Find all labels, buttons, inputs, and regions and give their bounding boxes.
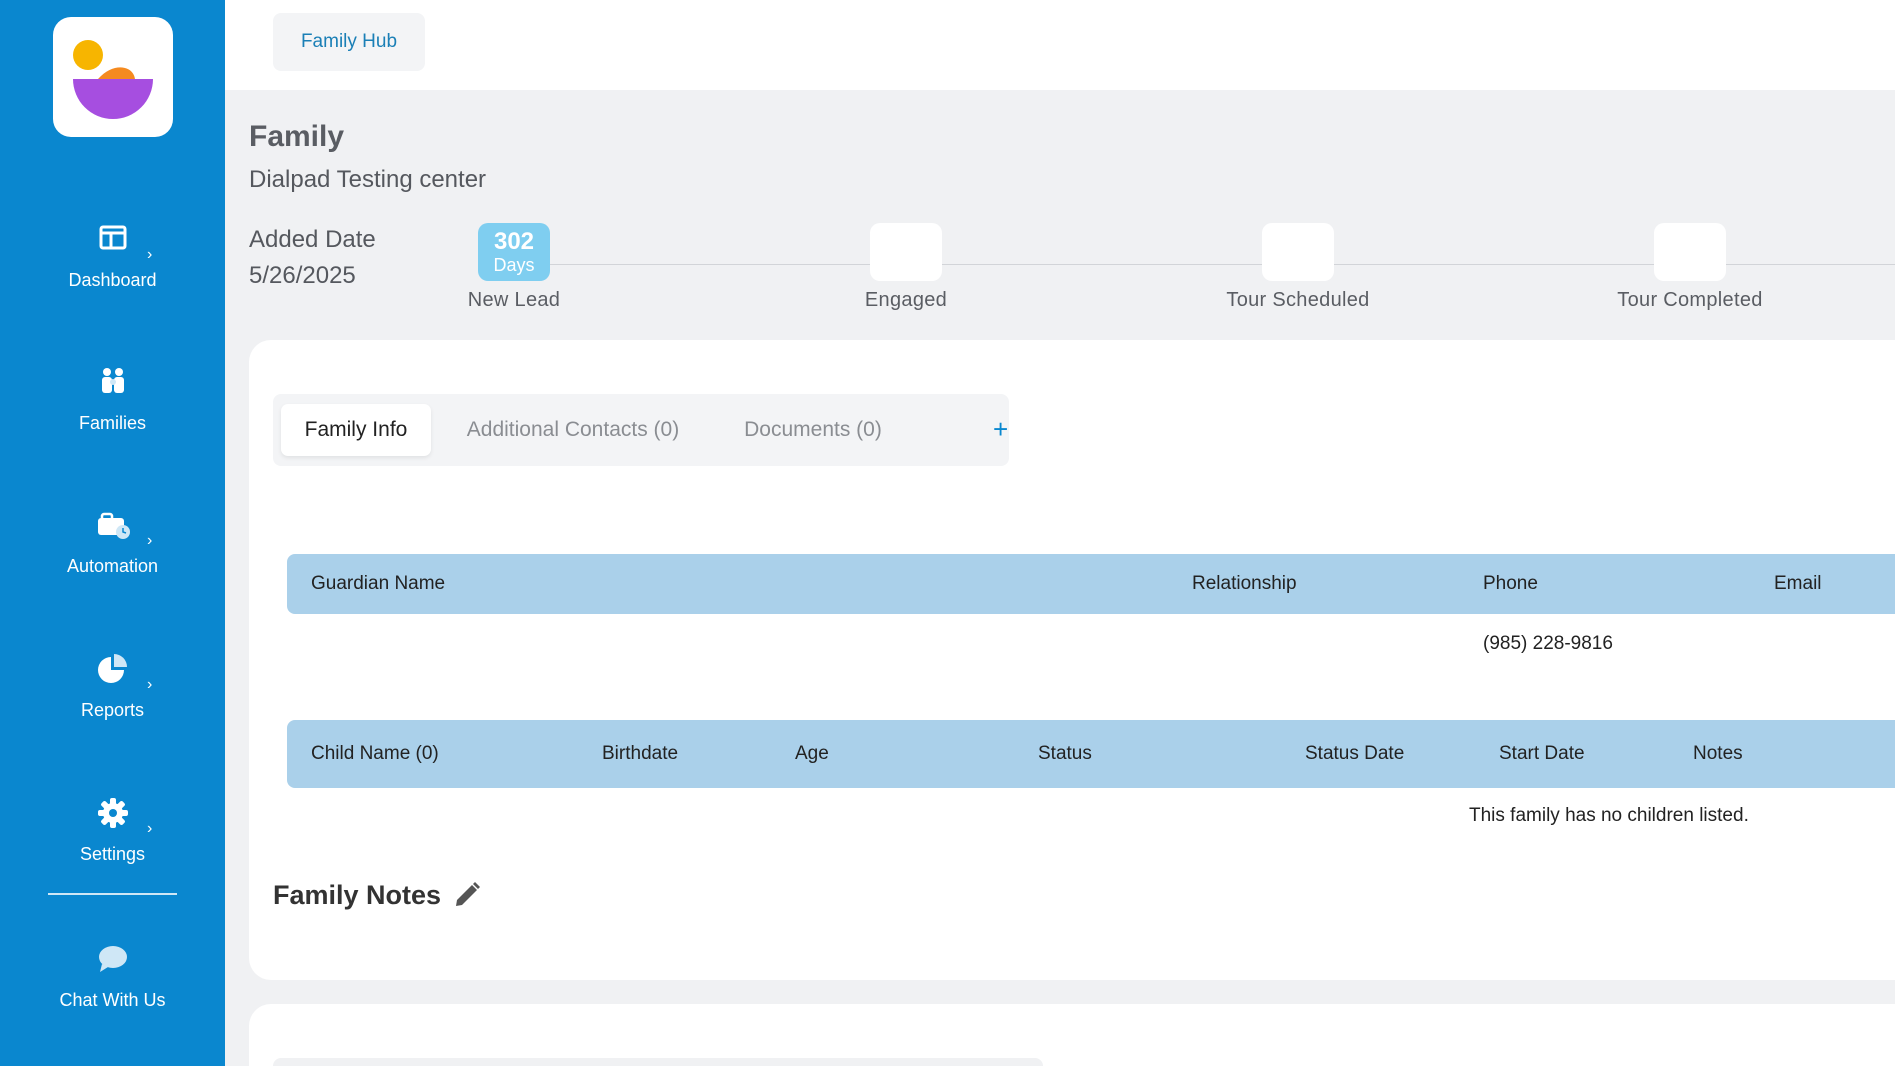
children-table-header: Child Name (0) Birthdate Age Status Stat… xyxy=(287,720,1895,788)
chat-icon xyxy=(99,946,127,972)
column-header: Child Name (0) xyxy=(311,743,439,764)
sidebar-item-dashboard[interactable]: › Dashboard xyxy=(0,222,225,322)
sidebar-item-label: Dashboard xyxy=(68,270,157,290)
column-header: Start Date xyxy=(1499,743,1585,764)
column-header: Status Date xyxy=(1305,743,1405,764)
chevron-right-icon: › xyxy=(147,820,153,837)
chevron-right-icon: › xyxy=(147,532,153,549)
sidebar-item-settings[interactable]: › Settings xyxy=(0,796,225,896)
stage-tour-completed[interactable]: Tour Completed xyxy=(1590,223,1790,323)
stage-label: Tour Completed xyxy=(1617,289,1763,311)
family-notes-title: Family Notes xyxy=(273,880,442,910)
stage-new-lead[interactable]: 302 Days New Lead xyxy=(414,223,614,323)
chevron-right-icon: › xyxy=(147,246,153,263)
stage-counter xyxy=(1262,223,1334,281)
sidebar-divider xyxy=(48,893,177,895)
add-tab-button[interactable]: + xyxy=(993,414,1008,445)
sidebar-item-label: Settings xyxy=(79,844,146,864)
sidebar-item-chat[interactable]: Chat With Us xyxy=(0,942,225,1042)
automation-icon xyxy=(98,512,130,539)
sidebar-item-label: Chat With Us xyxy=(59,990,166,1010)
column-header: Guardian Name xyxy=(311,573,446,594)
sidebar-item-reports[interactable]: › Reports xyxy=(0,652,225,752)
top-bar: Family Hub xyxy=(225,0,1895,90)
guardian-phone[interactable]: (985) 228-9816 xyxy=(1483,633,1613,655)
page-subtitle: Dialpad Testing center xyxy=(249,166,487,193)
reports-icon xyxy=(98,654,127,683)
page-title: Family xyxy=(249,120,345,153)
tab-bar: Family Info Additional Contacts (0) Docu… xyxy=(273,394,1009,466)
sidebar-item-label: Reports xyxy=(80,700,145,720)
column-header: Notes xyxy=(1693,743,1743,764)
guardian-table-header: Guardian Name Relationship Phone Email xyxy=(287,554,1895,614)
family-info-card: Family Info Additional Contacts (0) Docu… xyxy=(249,340,1895,980)
children-empty-message: This family has no children listed. xyxy=(1469,805,1749,826)
column-header: Email xyxy=(1774,573,1822,594)
column-header: Phone xyxy=(1483,573,1538,594)
column-header: Age xyxy=(795,743,829,764)
secondary-card xyxy=(249,1004,1895,1066)
sidebar-item-families[interactable]: Families xyxy=(0,365,225,465)
column-header: Birthdate xyxy=(602,743,679,764)
stage-count: 302 xyxy=(493,228,535,255)
tab-additional-contacts[interactable]: Additional Contacts (0) xyxy=(448,404,698,456)
families-icon xyxy=(102,368,124,393)
logo-icon xyxy=(73,40,153,119)
app-logo[interactable] xyxy=(53,17,173,137)
dashboard-icon xyxy=(99,225,127,250)
sidebar-item-label: Automation xyxy=(66,556,159,576)
sidebar: › Dashboard Families › Automation › Repo… xyxy=(0,0,225,1066)
stage-counter xyxy=(870,223,942,281)
sidebar-item-automation[interactable]: › Automation xyxy=(0,508,225,608)
added-date-value: 5/26/2025 xyxy=(249,262,356,289)
stage-counter: 302 Days xyxy=(478,223,550,281)
stage-counter xyxy=(1654,223,1726,281)
pencil-icon[interactable] xyxy=(452,880,482,910)
tab-family-hub[interactable]: Family Hub xyxy=(273,13,425,71)
column-header: Status xyxy=(1038,743,1092,764)
gear-icon xyxy=(98,798,128,828)
stage-tour-scheduled[interactable]: Tour Scheduled xyxy=(1198,223,1398,323)
secondary-tab-bar xyxy=(273,1058,1043,1066)
stage-engaged[interactable]: Engaged xyxy=(806,223,1006,323)
added-date-label: Added Date xyxy=(249,226,376,253)
tab-family-info[interactable]: Family Info xyxy=(281,404,431,456)
stage-label: New Lead xyxy=(467,289,561,311)
stage-label: Tour Scheduled xyxy=(1226,289,1370,311)
tab-documents[interactable]: Documents (0) xyxy=(718,404,908,456)
stage-label: Engaged xyxy=(864,289,948,311)
column-header: Relationship xyxy=(1192,573,1297,594)
chevron-right-icon: › xyxy=(147,676,153,693)
stage-unit: Days xyxy=(493,255,535,275)
sidebar-item-label: Families xyxy=(78,413,146,433)
